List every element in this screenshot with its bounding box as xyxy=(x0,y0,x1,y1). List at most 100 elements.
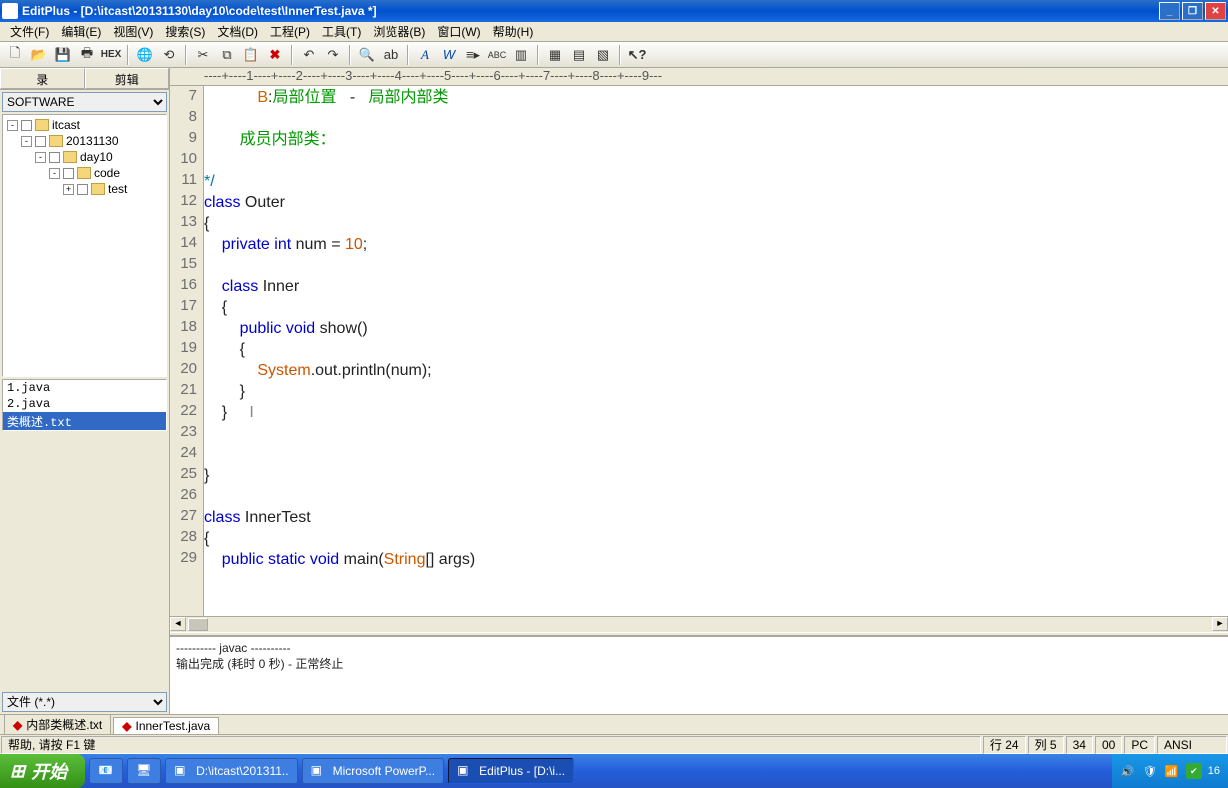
folder-icon xyxy=(49,135,63,147)
copy-icon[interactable]: ⧉ xyxy=(216,44,238,66)
help-icon[interactable]: ↖? xyxy=(626,44,648,66)
menu-view[interactable]: 视图(V) xyxy=(107,22,159,41)
file-list-item[interactable]: 2.java xyxy=(3,396,166,412)
expand-icon[interactable]: - xyxy=(7,120,18,131)
scroll-left-icon[interactable]: ◄ xyxy=(170,617,186,631)
find-icon[interactable]: 🔍 xyxy=(356,44,378,66)
file-filter-select[interactable]: 文件 (*.*) xyxy=(2,692,167,712)
output-panel[interactable]: ---------- javac ---------- 输出完成 (耗时 0 秒… xyxy=(170,636,1228,714)
browser-icon[interactable]: 🌐 xyxy=(134,44,156,66)
cut-icon[interactable]: ✂ xyxy=(192,44,214,66)
expand-icon[interactable]: - xyxy=(49,168,60,179)
delete-icon[interactable]: ✖ xyxy=(264,44,286,66)
paste-icon[interactable]: 📋 xyxy=(240,44,262,66)
tab-label: InnerTest.java xyxy=(135,719,210,733)
code-editor[interactable]: 7891011121314151617181920212223242526272… xyxy=(170,86,1228,616)
battery-icon[interactable]: ✔ xyxy=(1186,763,1202,779)
print-icon[interactable]: 🖶 xyxy=(76,44,98,66)
status-col: 列 5 xyxy=(1028,736,1064,754)
menu-edit[interactable]: 编辑(E) xyxy=(55,22,107,41)
ql-icon2[interactable]: 🖥 xyxy=(127,758,161,784)
tree-node[interactable]: -code xyxy=(3,165,166,181)
volume-icon[interactable]: 🔊 xyxy=(1120,763,1136,779)
undo-icon[interactable]: ↶ xyxy=(298,44,320,66)
replace-icon[interactable]: ab xyxy=(380,44,402,66)
expand-icon[interactable]: - xyxy=(21,136,32,147)
folder-icon xyxy=(35,119,49,131)
tree-node[interactable]: + test xyxy=(3,181,166,197)
windows-taskbar: ⊞ 开始 📧 🖥 ▣D:\itcast\201311..▣Microsoft P… xyxy=(0,754,1228,788)
expand-icon[interactable]: - xyxy=(35,152,46,163)
tree-node[interactable]: - day10 xyxy=(3,149,166,165)
view3-icon[interactable]: ▧ xyxy=(592,44,614,66)
column-icon[interactable]: ▥ xyxy=(510,44,532,66)
indent-icon[interactable]: ≡▸ xyxy=(462,44,484,66)
dirty-indicator-icon: ◆ xyxy=(13,718,22,732)
horizontal-scrollbar[interactable]: ◄ ► xyxy=(170,616,1228,632)
tree-label: 20131130 xyxy=(66,134,119,148)
minimize-button[interactable]: _ xyxy=(1159,2,1180,20)
status-line: 行 24 xyxy=(983,736,1026,754)
tree-node[interactable]: - 20131130 xyxy=(3,133,166,149)
document-tab[interactable]: ◆InnerTest.java xyxy=(113,717,219,734)
sidebar-tab-directory[interactable]: 录 xyxy=(0,68,85,89)
status-hint: 帮助, 请按 F1 键 xyxy=(1,736,981,754)
document-tab[interactable]: ◆ 内部类概述.txt xyxy=(4,714,111,734)
status-encoding: ANSI xyxy=(1157,736,1227,754)
menu-browser[interactable]: 浏览器(B) xyxy=(367,22,431,41)
open-file-icon[interactable]: 📂 xyxy=(28,44,50,66)
file-list-item[interactable]: 类概述.txt xyxy=(3,412,166,431)
view1-icon[interactable]: ▦ xyxy=(544,44,566,66)
menu-file[interactable]: 文件(F) xyxy=(4,22,55,41)
app-icon: ▣ xyxy=(457,763,473,779)
scroll-right-icon[interactable]: ► xyxy=(1212,617,1228,631)
hex-icon[interactable]: HEX xyxy=(100,44,122,66)
checkbox-icon[interactable] xyxy=(77,184,88,195)
tree-label: day10 xyxy=(80,150,113,164)
checkbox-icon[interactable] xyxy=(63,168,74,179)
new-file-icon[interactable]: 🗋 xyxy=(4,44,26,66)
file-list[interactable]: 1.java2.java类概述.txt xyxy=(2,379,167,431)
shield-icon[interactable]: 🛡 xyxy=(1142,763,1158,779)
menu-project[interactable]: 工程(P) xyxy=(264,22,316,41)
checkbox-icon[interactable] xyxy=(35,136,46,147)
folder-tree[interactable]: -itcast-20131130-day10-code+test xyxy=(2,114,167,377)
spell-icon[interactable]: ABC xyxy=(486,44,508,66)
tree-node[interactable]: -itcast xyxy=(3,117,166,133)
status-zero: 00 xyxy=(1095,736,1122,754)
italic-icon[interactable]: A xyxy=(414,44,436,66)
save-icon[interactable]: 💾 xyxy=(52,44,74,66)
window-titlebar: EditPlus - [D:\itcast\20131130\day10\cod… xyxy=(0,0,1228,22)
menu-window[interactable]: 窗口(W) xyxy=(431,22,486,41)
expand-icon[interactable]: + xyxy=(63,184,74,195)
sidebar-tab-cliptext[interactable]: 剪辑 xyxy=(85,68,170,89)
menu-document[interactable]: 文档(D) xyxy=(211,22,264,41)
checkbox-icon[interactable] xyxy=(49,152,60,163)
drive-select[interactable]: SOFTWARE xyxy=(2,92,167,112)
app-icon xyxy=(2,3,18,19)
redo-icon[interactable]: ↷ xyxy=(322,44,344,66)
taskbar-item[interactable]: ▣Microsoft PowerP... xyxy=(302,758,444,784)
taskbar-item[interactable]: ▣D:\itcast\201311.. xyxy=(165,758,298,784)
tree-label: test xyxy=(108,182,127,196)
start-button[interactable]: ⊞ 开始 xyxy=(0,754,85,788)
toolbar: 🗋 📂 💾 🖶 HEX 🌐 ⟲ ✂ ⧉ 📋 ✖ ↶ ↷ 🔍 ab A W ≡▸ … xyxy=(0,42,1228,68)
refresh-icon[interactable]: ⟲ xyxy=(158,44,180,66)
ql-icon[interactable]: 📧 xyxy=(89,758,123,784)
network-icon[interactable]: 📶 xyxy=(1164,763,1180,779)
output-line: 输出完成 (耗时 0 秒) - 正常终止 xyxy=(176,655,1222,672)
tab-label: 内部类概述.txt xyxy=(26,716,102,733)
close-button[interactable]: ✕ xyxy=(1205,2,1226,20)
file-list-item[interactable]: 1.java xyxy=(3,380,166,396)
taskbar-item[interactable]: ▣EditPlus - [D:\i... xyxy=(448,758,574,784)
menu-tools[interactable]: 工具(T) xyxy=(316,22,367,41)
menu-help[interactable]: 帮助(H) xyxy=(487,22,540,41)
scroll-thumb[interactable] xyxy=(188,618,208,631)
system-tray[interactable]: 🔊 🛡 📶 ✔ 16 xyxy=(1112,754,1228,788)
view2-icon[interactable]: ▤ xyxy=(568,44,590,66)
folder-icon xyxy=(77,167,91,179)
menu-search[interactable]: 搜索(S) xyxy=(159,22,211,41)
maximize-button[interactable]: ❐ xyxy=(1182,2,1203,20)
checkbox-icon[interactable] xyxy=(21,120,32,131)
wrap-icon[interactable]: W xyxy=(438,44,460,66)
